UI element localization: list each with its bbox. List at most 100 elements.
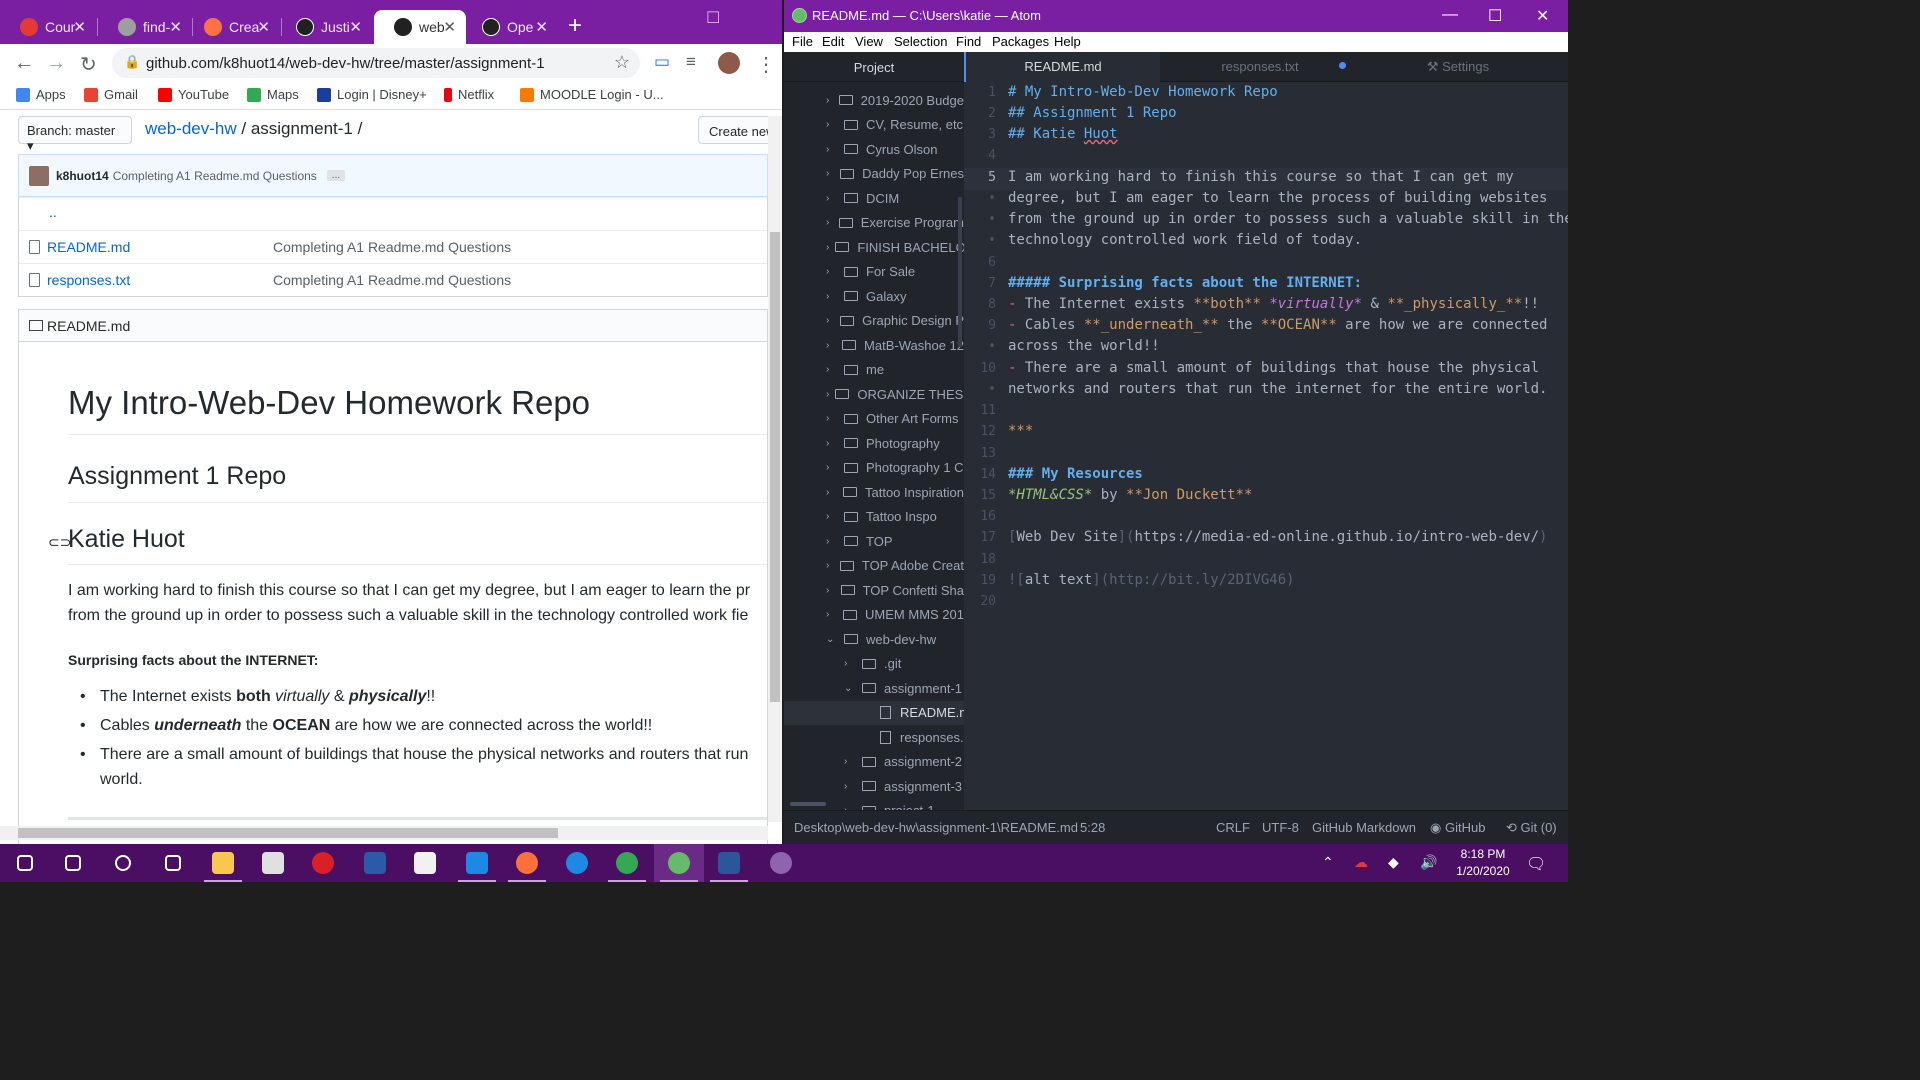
cast-icon[interactable]: ▭ (654, 52, 670, 72)
chevron-right-icon[interactable]: › (826, 144, 838, 155)
menu-help[interactable]: Help (1054, 34, 1081, 49)
tree-item[interactable]: › For Sale (784, 260, 964, 284)
chevron-right-icon[interactable]: › (826, 438, 838, 449)
tree-item[interactable]: › .git (784, 652, 964, 676)
bookmark-disney[interactable]: Login | Disney+ (317, 87, 427, 102)
close-tab-icon[interactable]: ✕ (169, 18, 182, 36)
status-github[interactable]: ◉ GitHub (1430, 820, 1485, 836)
maximize-icon[interactable]: ☐ (706, 8, 720, 28)
browser-tab[interactable]: Cour ✕ (0, 10, 96, 44)
tree-item[interactable]: › ORGANIZE THESI (784, 382, 964, 406)
status-git[interactable]: ⟲ Git (0) (1506, 820, 1557, 836)
taskbar-cortana-button[interactable] (98, 844, 148, 882)
reload-icon[interactable]: ↻ (80, 52, 97, 77)
chevron-right-icon[interactable]: › (844, 756, 856, 767)
menu-selection[interactable]: Selection (894, 34, 947, 49)
tree-item[interactable]: › Exercise Program (784, 211, 964, 235)
chevron-right-icon[interactable]: › (826, 364, 838, 375)
back-icon[interactable]: ← (14, 52, 34, 75)
commit-expand-button[interactable]: ... (326, 170, 346, 181)
tree-item[interactable]: › assignment-2 (784, 750, 964, 774)
browser-tab[interactable]: find- ✕ (98, 10, 192, 44)
tree-item[interactable]: responses. (784, 725, 964, 749)
taskbar-file-explorer-button[interactable] (198, 844, 248, 882)
system-clock[interactable]: 8:18 PM 1/20/2020 (1444, 846, 1522, 880)
chevron-right-icon[interactable]: › (826, 193, 838, 204)
chevron-down-icon[interactable]: ⌄ (844, 683, 856, 694)
chevron-right-icon[interactable]: › (826, 95, 833, 106)
parent-directory-link[interactable]: .. (49, 204, 57, 220)
file-commit-message[interactable]: Completing A1 Readme.md Questions (273, 239, 511, 255)
tree-item[interactable]: › MatB-Washoe 12 (784, 333, 964, 357)
status-cursor-position[interactable]: 5:28 (1080, 820, 1105, 835)
bookmark-maps[interactable]: Maps (247, 87, 299, 102)
commit-message-link[interactable]: Completing A1 Readme.md Questions (113, 169, 317, 183)
profile-avatar[interactable] (718, 52, 740, 74)
file-commit-message[interactable]: Completing A1 Readme.md Questions (273, 272, 511, 288)
tree-item[interactable]: › Daddy Pop Ernes (784, 162, 964, 186)
browser-tab-active[interactable]: web ✕ (374, 10, 466, 44)
taskbar-store-button[interactable] (400, 844, 450, 882)
bookmark-apps[interactable]: Apps (16, 87, 66, 102)
new-tab-button[interactable]: + (568, 12, 582, 40)
tree-scrollbar[interactable] (958, 197, 962, 347)
media-queue-icon[interactable]: ≡ (686, 52, 696, 72)
chevron-right-icon[interactable]: › (826, 340, 836, 351)
tree-item[interactable]: ⌄ assignment-1 (784, 676, 964, 700)
tree-item[interactable]: › assignment-3 (784, 774, 964, 798)
menu-view[interactable]: View (855, 34, 883, 49)
taskbar-mail-button[interactable] (248, 844, 298, 882)
code-editor[interactable]: 1 2 3 4 5 • • • 6 7 8 9 • 10 • 11 12 13 14 15 16 17 18 19 20 # M… (964, 82, 1568, 810)
chevron-right-icon[interactable]: › (826, 315, 834, 326)
close-icon[interactable]: ✕ (1536, 6, 1549, 26)
maximize-icon[interactable]: ☐ (1488, 6, 1502, 26)
notifications-icon[interactable]: 🗨 (1526, 854, 1546, 874)
dropbox-icon[interactable]: ◆ (1388, 854, 1399, 871)
chevron-right-icon[interactable]: › (826, 119, 838, 130)
tree-horizontal-scrollbar[interactable] (790, 802, 826, 806)
chevron-right-icon[interactable]: › (826, 266, 838, 277)
chevron-right-icon[interactable]: › (844, 658, 856, 669)
browser-tab[interactable]: Crea ✕ (184, 10, 280, 44)
tree-item[interactable]: › FINISH BACHELO (784, 235, 964, 259)
close-tab-icon[interactable]: ✕ (257, 18, 270, 36)
tree-item[interactable]: › UMEM MMS 201 (784, 603, 964, 627)
bookmark-moodle[interactable]: MOODLE Login - U... (520, 87, 664, 102)
tree-item[interactable]: › Graphic Design P (784, 309, 964, 333)
chevron-right-icon[interactable]: › (826, 217, 833, 228)
chevron-right-icon[interactable]: › (826, 242, 829, 253)
parent-directory-row[interactable]: .. (19, 197, 767, 230)
tree-item[interactable]: › TOP Confetti Sha (784, 578, 964, 602)
menu-file[interactable]: File (792, 34, 813, 49)
chevron-right-icon[interactable]: › (826, 413, 838, 424)
tree-item[interactable]: › Cyrus Olson (784, 137, 964, 161)
avatar[interactable] (29, 165, 49, 186)
chevron-right-icon[interactable]: › (826, 291, 838, 302)
tree-item[interactable]: README.m (784, 700, 964, 725)
tree-item[interactable]: ⌄ web-dev-hw (784, 627, 964, 651)
taskbar-search-button[interactable] (48, 844, 98, 882)
taskbar-firefox-button[interactable] (502, 844, 552, 882)
chevron-right-icon[interactable]: › (826, 487, 837, 498)
menu-edit[interactable]: Edit (822, 34, 844, 49)
bookmark-netflix[interactable]: Netflix (444, 87, 494, 102)
project-tree-header[interactable]: Project (784, 52, 964, 82)
branch-selector[interactable]: Branch: master ▾ (18, 116, 132, 153)
chevron-right-icon[interactable]: › (826, 585, 835, 596)
tree-item[interactable]: › TOP (784, 529, 964, 553)
tree-item[interactable]: › CV, Resume, etc (784, 113, 964, 137)
close-tab-icon[interactable]: ✕ (73, 18, 86, 36)
tree-item[interactable]: › Other Art Forms (784, 407, 964, 431)
taskbar-word-button[interactable] (704, 844, 754, 882)
tab-responses[interactable]: responses.txt (1162, 52, 1358, 82)
tree-item[interactable]: › Photography (784, 431, 964, 455)
browser-tab[interactable]: Ope ✕ (462, 10, 558, 44)
page-vertical-scrollbar[interactable] (768, 116, 782, 822)
menu-packages[interactable]: Packages (992, 34, 1049, 49)
tree-item[interactable]: › Tattoo Inspiration (784, 480, 964, 504)
file-link[interactable]: README.md (47, 239, 130, 255)
minimize-icon[interactable]: — (1442, 6, 1458, 24)
taskbar-task-view-button[interactable] (148, 844, 198, 882)
status-encoding[interactable]: UTF-8 (1262, 820, 1299, 835)
close-tab-icon[interactable]: ✕ (535, 18, 548, 36)
